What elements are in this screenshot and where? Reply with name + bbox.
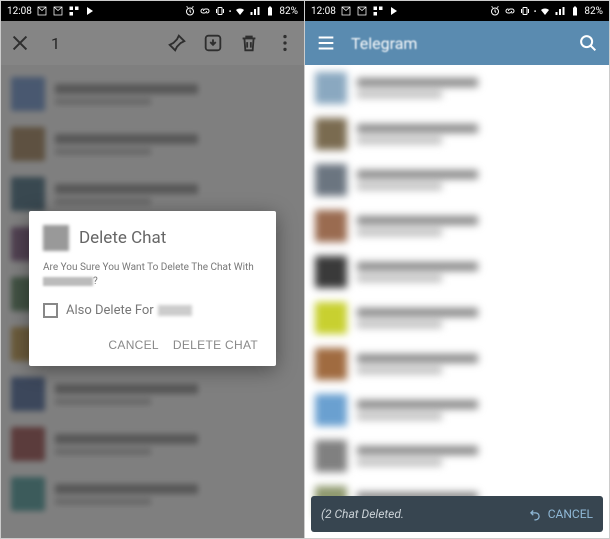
delete-chat-button[interactable]: DELETE CHAT — [169, 332, 262, 358]
list-item[interactable] — [305, 387, 609, 433]
also-delete-checkbox[interactable] — [43, 303, 58, 318]
list-item[interactable] — [305, 433, 609, 479]
mail-icon — [52, 5, 64, 17]
list-item[interactable] — [305, 249, 609, 295]
status-bar: 12:08 • 82% — [305, 1, 609, 21]
list-item[interactable] — [305, 111, 609, 157]
status-time: 12:08 — [7, 6, 32, 17]
redacted-name — [158, 305, 192, 316]
list-item[interactable] — [305, 157, 609, 203]
undo-icon — [528, 507, 542, 521]
vibrate-icon — [519, 5, 531, 17]
signal-icon — [554, 5, 566, 17]
dialog-message: Are You Sure You Want To Delete The Chat… — [43, 261, 262, 289]
link-icon — [504, 5, 516, 17]
wifi-icon — [234, 5, 246, 17]
mail-icon — [340, 5, 352, 17]
phone-right: 12:08 • 82% Telegr — [305, 1, 609, 538]
play-icon — [84, 5, 96, 17]
battery-icon — [264, 5, 276, 17]
snackbar-cancel[interactable]: CANCEL — [528, 507, 593, 521]
also-delete-label: Also Delete For — [66, 303, 192, 318]
battery-pct: 82% — [279, 6, 298, 17]
telegram-header: Telegram — [305, 21, 609, 65]
wifi-icon — [539, 5, 551, 17]
list-item[interactable] — [305, 203, 609, 249]
dot-icon: • — [229, 7, 232, 16]
play-icon — [388, 5, 400, 17]
dialog-title: Delete Chat — [79, 228, 166, 248]
telegram-chat-list — [305, 65, 609, 525]
delete-chat-dialog: Delete Chat Are You Sure You Want To Del… — [29, 211, 276, 366]
avatar — [43, 225, 69, 251]
mail-icon — [36, 5, 48, 17]
dot-icon: • — [534, 7, 537, 16]
link-icon — [199, 5, 211, 17]
phone-left: 12:08 • 82% 1 — [1, 1, 305, 538]
battery-icon — [569, 5, 581, 17]
list-item[interactable] — [305, 65, 609, 111]
app-title: Telegram — [351, 34, 563, 53]
list-item[interactable] — [305, 341, 609, 387]
mail-icon — [356, 5, 368, 17]
snackbar-message: (2 Chat Deleted. — [321, 507, 404, 521]
snackbar: (2 Chat Deleted. CANCEL — [311, 496, 603, 532]
signal-icon — [249, 5, 261, 17]
search-icon[interactable] — [577, 32, 599, 54]
battery-pct: 82% — [584, 6, 603, 17]
status-bar: 12:08 • 82% — [1, 1, 304, 21]
list-item[interactable] — [305, 295, 609, 341]
app-icon — [68, 5, 80, 17]
vibrate-icon — [214, 5, 226, 17]
alarm-icon — [184, 5, 196, 17]
redacted-name — [43, 277, 93, 286]
alarm-icon — [489, 5, 501, 17]
app-icon — [372, 5, 384, 17]
hamburger-icon[interactable] — [315, 32, 337, 54]
cancel-button[interactable]: CANCEL — [104, 332, 162, 358]
status-time: 12:08 — [311, 6, 336, 17]
